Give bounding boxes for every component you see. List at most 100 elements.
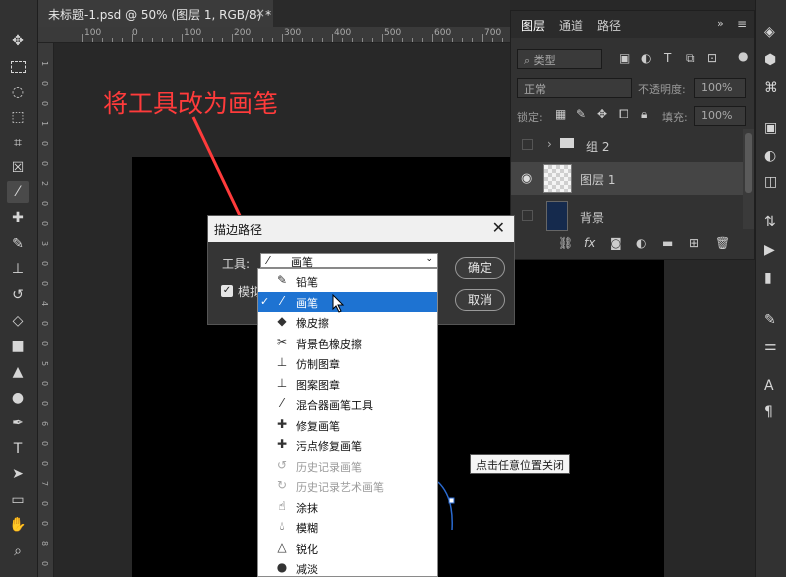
adjustment-icon[interactable]: ◐ [636, 236, 646, 250]
dropdown-item-pencil[interactable]: ✎ 铅笔 [258, 271, 437, 291]
pattern-stamp-icon: ⊥ [276, 376, 288, 390]
layer-row[interactable]: › 组 2 [511, 129, 743, 162]
cancel-button[interactable]: 取消 [455, 289, 505, 311]
dodge-icon: ● [276, 560, 288, 574]
layers-panel: 图层 通道 路径 » ≡ ⌕ 类型 ▣ ◐ T ⧉ ⊡ ● 正常 不透明度: 1… [510, 10, 755, 260]
swatches-icon[interactable]: ⬢ [764, 52, 776, 68]
spot-healing-icon: ✚ [276, 437, 288, 451]
filter-smart-icon[interactable]: ⊡ [707, 51, 717, 65]
lock-artboard-icon[interactable]: ⧠ [619, 107, 629, 122]
image-icon[interactable]: ▣ [764, 120, 777, 136]
layers-scrollbar[interactable] [743, 129, 754, 229]
dropdown-item-spot-healing[interactable]: ✚ 污点修复画笔 [258, 435, 437, 455]
dropdown-item-smudge[interactable]: ☝ 涂抹 [258, 497, 437, 517]
expand-chevron-icon[interactable]: › [547, 137, 552, 151]
layer-name: 图层 1 [580, 173, 616, 187]
tool-select[interactable]: ⁄ 画笔 ⌄ [260, 253, 438, 269]
brush-icon: ⁄ [280, 294, 283, 308]
simulate-pressure-checkbox[interactable]: ✓ [221, 285, 233, 297]
tab-channels[interactable]: 通道 [559, 17, 583, 34]
fx-icon[interactable]: fx [584, 236, 595, 250]
layer-row[interactable]: 背景 [511, 200, 743, 233]
filter-shape-icon[interactable]: ⧉ [686, 51, 695, 66]
opacity-label: 不透明度: [638, 83, 686, 96]
layer-name: 组 2 [586, 140, 610, 154]
blend-mode-select[interactable]: 正常 [517, 78, 632, 98]
lock-paint-icon[interactable]: ✎ [576, 107, 586, 121]
panel-menu-icon[interactable]: ≡ [737, 17, 747, 31]
lock-move-icon[interactable]: ✥ [597, 107, 607, 121]
tooltip: 点击任意位置关闭 [470, 454, 570, 474]
fill-label: 填充: [662, 111, 688, 124]
ok-button[interactable]: 确定 [455, 257, 505, 279]
dialog-titlebar: 描边路径 ✕ [208, 216, 514, 242]
layer-row[interactable]: ◉ 图层 1 [511, 162, 743, 195]
sliders-icon[interactable]: ⚌ [764, 338, 777, 354]
dropdown-item-blur[interactable]: 💧︎ 模糊 [258, 517, 437, 537]
lock-all-icon[interactable]: 🔒︎ [641, 107, 647, 122]
fill-field[interactable]: 100% [694, 106, 746, 126]
comment-icon[interactable]: ▮ [764, 270, 772, 286]
filter-type-icon[interactable]: T [664, 51, 671, 65]
blend-mode-value: 正常 [524, 83, 546, 96]
dropdown-item-bg-eraser[interactable]: ✂ 背景色橡皮擦 [258, 333, 437, 353]
eye-icon[interactable]: ◉ [521, 171, 532, 186]
dropdown-item-brush[interactable]: ✓ ⁄ 画笔 [258, 292, 437, 312]
opacity-value: 100% [701, 81, 733, 94]
tab-paths[interactable]: 路径 [597, 17, 621, 34]
new-layer-icon[interactable]: ⊞ [689, 236, 699, 250]
right-panel-strip: ◈ ⬢ ⌘ ▣ ◐ ◫ ⇅ ▶ ▮ ✎ ⚌ A ¶ [755, 0, 786, 577]
dropdown-item-dodge[interactable]: ● 减淡 [258, 558, 437, 576]
sharpen-icon: △ [277, 540, 287, 554]
filter-adjust-icon[interactable]: ◐ [641, 51, 651, 65]
smudge-icon: ☝ [278, 499, 286, 513]
history-brush-icon: ↺ [276, 458, 288, 472]
chevron-down-icon: ⌄ [425, 254, 433, 264]
dropdown-item-mixer-brush[interactable]: ⁄ 混合器画笔工具 [258, 394, 437, 414]
visibility-toggle[interactable] [522, 210, 533, 221]
opacity-field[interactable]: 100% [694, 78, 746, 98]
paragraph-icon[interactable]: ¶ [764, 404, 773, 420]
visibility-toggle[interactable] [522, 139, 533, 150]
dropdown-item-history-brush: ↺ 历史记录画笔 [258, 456, 437, 476]
dialog-title: 描边路径 [214, 223, 263, 237]
character-icon[interactable]: A [764, 378, 774, 394]
collapse-icon[interactable]: » [717, 17, 724, 30]
history-icon[interactable]: ⇅ [764, 214, 776, 230]
dropdown-item-sharpen[interactable]: △ 锐化 [258, 538, 437, 558]
search-icon: ⌕ [524, 54, 531, 67]
cube-icon[interactable]: ◈ [764, 24, 775, 40]
folder-icon[interactable]: ▬ [662, 236, 673, 250]
mask-icon[interactable]: ◙ [610, 236, 622, 250]
tab-layers[interactable]: 图层 [521, 17, 545, 34]
dropdown-item-healing-brush[interactable]: ✚ 修复画笔 [258, 415, 437, 435]
clone-stamp-icon: ⊥ [276, 355, 288, 369]
mouse-cursor-icon [332, 294, 345, 313]
blur-icon: 💧︎ [279, 519, 285, 533]
check-icon: ✓ [260, 295, 270, 308]
bg-eraser-icon: ✂ [276, 335, 288, 349]
filter-toggle-icon[interactable]: ● [738, 49, 748, 63]
filter-image-icon[interactable]: ▣ [619, 51, 630, 65]
lock-pixels-icon[interactable]: ▦ [555, 107, 566, 121]
paths-icon[interactable]: ⌘ [764, 80, 778, 96]
mixer-brush-icon: ⁄ [280, 396, 283, 410]
folder-icon [560, 138, 574, 148]
adjust-icon[interactable]: ◐ [764, 148, 776, 164]
trash-icon[interactable]: 🗑︎ [715, 236, 730, 250]
dropdown-item-clone-stamp[interactable]: ⊥ 仿制图章 [258, 353, 437, 373]
link-icon[interactable]: ⛓︎ [558, 236, 573, 250]
tool-dropdown-list: ✎ 铅笔 ✓ ⁄ 画笔 ◆ 橡皮擦 ✂ 背景色橡皮擦 ⊥ 仿制图章 ⊥ 图案图章 ⁄ 混合器画笔… [257, 268, 438, 577]
dropdown-item-eraser[interactable]: ◆ 橡皮擦 [258, 312, 437, 332]
dropdown-item-pattern-stamp[interactable]: ⊥ 图案图章 [258, 374, 437, 394]
dropdown-item-art-history-brush: ↻ 历史记录艺术画笔 [258, 476, 437, 496]
play-icon[interactable]: ▶ [764, 242, 775, 258]
layer-name: 背景 [580, 211, 605, 225]
pencil-icon: ✎ [276, 273, 288, 287]
layer-kind-filter[interactable]: ⌕ 类型 [517, 49, 602, 69]
kind-filter-value: 类型 [533, 54, 556, 67]
simulate-pressure-label: 模拟压力 [238, 285, 258, 299]
brush-settings-icon[interactable]: ✎ [764, 312, 776, 328]
close-icon[interactable]: ✕ [492, 218, 505, 237]
library-icon[interactable]: ◫ [764, 174, 777, 190]
